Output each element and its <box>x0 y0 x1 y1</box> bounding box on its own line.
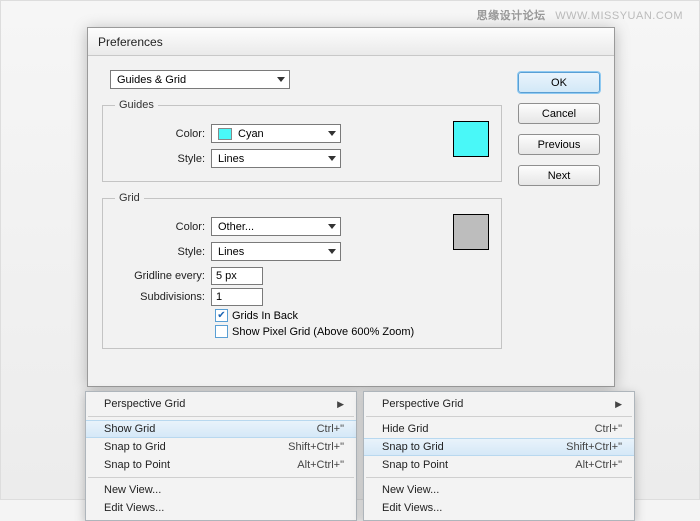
guides-style-label: Style: <box>115 153 211 165</box>
menu-item-snap-to-point[interactable]: Snap to Point Alt+Ctrl+" <box>364 456 634 474</box>
grid-color-label: Color: <box>115 221 211 233</box>
watermark-en: WWW.MISSYUAN.COM <box>555 10 683 22</box>
grid-color-swatch[interactable] <box>453 214 489 250</box>
grid-group: Grid Color: Other... Style: <box>102 192 502 349</box>
chevron-down-icon <box>328 131 336 136</box>
subdivisions-input[interactable] <box>211 288 263 306</box>
menu-item-label: Snap to Grid <box>104 441 166 453</box>
show-pixel-grid-checkbox[interactable] <box>215 325 228 338</box>
grid-style-select[interactable]: Lines <box>211 242 341 261</box>
menu-shortcut: Alt+Ctrl+" <box>575 459 622 471</box>
menu-separator <box>366 416 632 417</box>
guides-style-select[interactable]: Lines <box>211 149 341 168</box>
submenu-arrow-icon: ▶ <box>337 399 344 410</box>
guides-color-value: Cyan <box>238 128 264 140</box>
guides-color-select[interactable]: Cyan <box>211 124 341 143</box>
menu-item-new-view[interactable]: New View... <box>364 481 634 499</box>
guides-style-value: Lines <box>218 153 244 165</box>
menu-item-snap-to-grid[interactable]: Snap to Grid Shift+Ctrl+" <box>364 438 634 456</box>
menu-item-edit-views[interactable]: Edit Views... <box>86 499 356 517</box>
menu-item-label: Snap to Point <box>382 459 448 471</box>
menu-item-perspective-grid[interactable]: Perspective Grid ▶ <box>86 395 356 413</box>
menu-item-label: New View... <box>382 484 439 496</box>
menu-separator <box>366 477 632 478</box>
preferences-dialog: Preferences Guides & Grid Guides Color: <box>87 27 615 387</box>
gridline-every-input[interactable] <box>211 267 263 285</box>
menu-item-show-grid[interactable]: Show Grid Ctrl+" <box>86 420 356 438</box>
cancel-button[interactable]: Cancel <box>518 103 600 124</box>
menu-separator <box>88 416 354 417</box>
guides-group: Guides Color: Cyan <box>102 99 502 182</box>
menu-shortcut: Shift+Ctrl+" <box>566 441 622 453</box>
grid-style-label: Style: <box>115 246 211 258</box>
chevron-down-icon <box>277 77 285 82</box>
menu-shortcut: Ctrl+" <box>595 423 622 435</box>
grid-legend: Grid <box>115 192 144 204</box>
menu-separator <box>88 477 354 478</box>
watermark-cn: 思缘设计论坛 <box>477 10 546 22</box>
menu-item-snap-to-grid[interactable]: Snap to Grid Shift+Ctrl+" <box>86 438 356 456</box>
menu-item-hide-grid[interactable]: Hide Grid Ctrl+" <box>364 420 634 438</box>
grid-style-value: Lines <box>218 246 244 258</box>
cyan-swatch-icon <box>218 128 232 140</box>
show-pixel-grid-label: Show Pixel Grid (Above 600% Zoom) <box>232 326 414 338</box>
menu-shortcut: Ctrl+" <box>317 423 344 435</box>
menu-item-edit-views[interactable]: Edit Views... <box>364 499 634 517</box>
context-menu-b: Perspective Grid ▶ Hide Grid Ctrl+" Snap… <box>363 391 635 521</box>
section-select[interactable]: Guides & Grid <box>110 70 290 89</box>
watermark: 思缘设计论坛 WWW.MISSYUAN.COM <box>477 7 683 23</box>
menu-item-label: Snap to Point <box>104 459 170 471</box>
previous-button[interactable]: Previous <box>518 134 600 155</box>
menu-shortcut: Alt+Ctrl+" <box>297 459 344 471</box>
guides-color-swatch[interactable] <box>453 121 489 157</box>
section-select-value: Guides & Grid <box>117 74 186 86</box>
grid-color-value: Other... <box>218 221 254 233</box>
context-menu-a: Perspective Grid ▶ Show Grid Ctrl+" Snap… <box>85 391 357 521</box>
menu-item-new-view[interactable]: New View... <box>86 481 356 499</box>
menu-item-snap-to-point[interactable]: Snap to Point Alt+Ctrl+" <box>86 456 356 474</box>
subdivisions-label: Subdivisions: <box>115 291 211 303</box>
menu-item-label: Hide Grid <box>382 423 428 435</box>
chevron-down-icon <box>328 224 336 229</box>
menu-item-label: Edit Views... <box>382 502 442 514</box>
grid-color-select[interactable]: Other... <box>211 217 341 236</box>
menu-item-label: Perspective Grid <box>382 398 463 410</box>
chevron-down-icon <box>328 156 336 161</box>
submenu-arrow-icon: ▶ <box>615 399 622 410</box>
next-button[interactable]: Next <box>518 165 600 186</box>
menu-item-perspective-grid[interactable]: Perspective Grid ▶ <box>364 395 634 413</box>
grids-in-back-label: Grids In Back <box>232 310 298 322</box>
dialog-title: Preferences <box>88 28 614 56</box>
guides-legend: Guides <box>115 99 158 111</box>
grids-in-back-checkbox[interactable]: ✔ <box>215 309 228 322</box>
menu-item-label: Show Grid <box>104 423 155 435</box>
menu-item-label: New View... <box>104 484 161 496</box>
menu-item-label: Perspective Grid <box>104 398 185 410</box>
menu-item-label: Edit Views... <box>104 502 164 514</box>
menu-item-label: Snap to Grid <box>382 441 444 453</box>
chevron-down-icon <box>328 249 336 254</box>
menu-shortcut: Shift+Ctrl+" <box>288 441 344 453</box>
guides-color-label: Color: <box>115 128 211 140</box>
ok-button[interactable]: OK <box>518 72 600 93</box>
gridline-every-label: Gridline every: <box>115 270 211 282</box>
